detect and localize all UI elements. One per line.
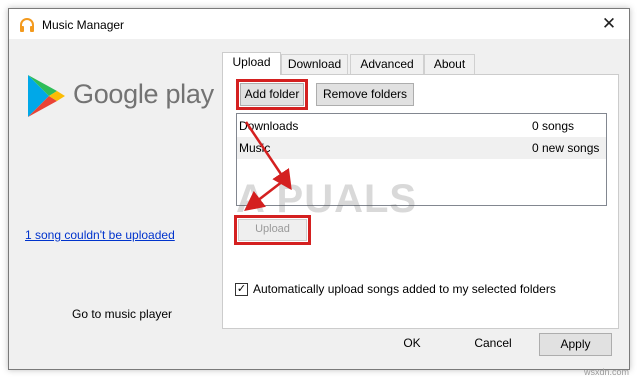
tab-advanced[interactable]: Advanced — [350, 54, 424, 75]
tab-upload[interactable]: Upload — [222, 52, 281, 75]
google-play-logo: Google play — [25, 73, 225, 119]
window-title: Music Manager — [42, 18, 125, 32]
play-triangle-icon — [28, 75, 65, 117]
folder-count: 0 new songs — [532, 141, 600, 155]
auto-upload-checkbox[interactable]: ✓ — [235, 283, 248, 296]
tab-download[interactable]: Download — [281, 54, 348, 75]
go-to-music-player-link[interactable]: Go to music player — [72, 307, 172, 321]
site-credit: wsxdn.com — [583, 367, 629, 377]
cancel-button[interactable]: Cancel — [470, 333, 516, 354]
music-manager-window: Music Manager ✕ Google play 1 song could… — [8, 8, 630, 370]
folder-name: Music — [239, 141, 271, 155]
close-icon: ✕ — [601, 14, 617, 33]
headphones-icon — [19, 17, 35, 33]
apply-button[interactable]: Apply — [539, 333, 612, 356]
folder-list[interactable]: Downloads 0 songs Music 0 new songs — [236, 113, 607, 206]
folder-count: 0 songs — [532, 119, 575, 133]
folder-name: Downloads — [239, 119, 299, 133]
add-folder-button[interactable]: Add folder — [236, 79, 308, 110]
upload-error-link[interactable]: 1 song couldn't be uploaded — [25, 228, 175, 242]
auto-upload-label: Automatically upload songs added to my s… — [253, 282, 556, 296]
brand-text: Google play — [73, 79, 214, 109]
upload-panel: Add folder Remove folders Downloads 0 so… — [222, 74, 619, 329]
upload-button[interactable]: Upload — [234, 215, 311, 245]
checkmark-icon: ✓ — [236, 283, 247, 295]
close-button[interactable]: ✕ — [589, 9, 629, 39]
remove-folders-button[interactable]: Remove folders — [316, 83, 414, 106]
list-item[interactable]: Music 0 new songs — [237, 137, 606, 159]
list-item[interactable]: Downloads 0 songs — [237, 115, 606, 137]
ok-button[interactable]: OK — [399, 333, 425, 354]
title-bar: Music Manager ✕ — [9, 9, 629, 39]
tab-about[interactable]: About — [424, 54, 475, 75]
